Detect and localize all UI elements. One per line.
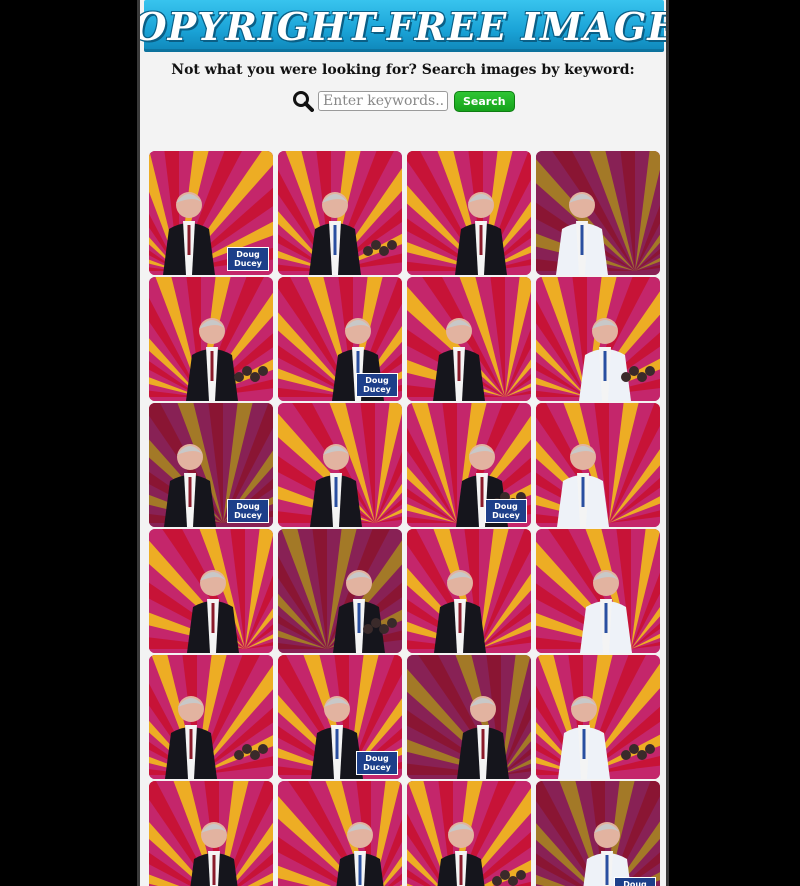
image-thumbnail[interactable] xyxy=(278,781,402,886)
image-thumbnail[interactable] xyxy=(407,781,531,886)
rally-photo xyxy=(536,529,660,653)
campaign-sign: Doug Ducey xyxy=(227,247,269,271)
rally-photo xyxy=(407,781,531,886)
rally-photo xyxy=(536,277,660,401)
image-thumbnail[interactable]: Doug Ducey xyxy=(278,655,402,779)
rally-photo xyxy=(407,529,531,653)
image-thumbnail[interactable] xyxy=(536,403,660,527)
rally-photo xyxy=(536,151,660,275)
image-thumbnail[interactable] xyxy=(536,151,660,275)
rally-photo xyxy=(278,151,402,275)
campaign-sign: Doug Ducey xyxy=(227,499,269,523)
image-thumbnail[interactable]: Doug Ducey xyxy=(536,781,660,886)
image-thumbnail[interactable] xyxy=(407,277,531,401)
search-prompt: Not what you were looking for? Search im… xyxy=(171,62,635,78)
image-grid: Doug Ducey Doug Ducey Doug Ducey Doug Ducey… xyxy=(149,151,660,886)
image-thumbnail[interactable]: Doug Ducey xyxy=(149,151,273,275)
rally-photo xyxy=(278,781,402,886)
search-button[interactable]: Search xyxy=(454,90,515,112)
image-thumbnail[interactable] xyxy=(278,403,402,527)
rally-photo xyxy=(407,655,531,779)
rally-photo xyxy=(149,781,273,886)
image-thumbnail[interactable] xyxy=(278,151,402,275)
campaign-sign: Doug Ducey xyxy=(614,877,656,886)
rally-photo xyxy=(149,529,273,653)
rally-photo xyxy=(536,403,660,527)
image-thumbnail[interactable] xyxy=(536,277,660,401)
rally-photo xyxy=(278,403,402,527)
image-thumbnail[interactable] xyxy=(407,529,531,653)
rally-photo xyxy=(278,529,402,653)
rally-photo xyxy=(407,151,531,275)
image-thumbnail[interactable]: Doug Ducey xyxy=(278,277,402,401)
search-bar: Search xyxy=(292,90,515,112)
image-thumbnail[interactable] xyxy=(536,529,660,653)
rally-photo xyxy=(536,655,660,779)
site-title: COPYRIGHT-FREE IMAGES xyxy=(137,3,666,49)
image-thumbnail[interactable] xyxy=(149,655,273,779)
campaign-sign: Doug Ducey xyxy=(485,499,527,523)
image-thumbnail[interactable] xyxy=(149,529,273,653)
image-thumbnail[interactable] xyxy=(407,151,531,275)
image-thumbnail[interactable]: Doug Ducey xyxy=(149,403,273,527)
rally-photo xyxy=(149,277,273,401)
image-thumbnail[interactable] xyxy=(536,655,660,779)
image-thumbnail[interactable] xyxy=(407,655,531,779)
image-thumbnail[interactable] xyxy=(149,277,273,401)
image-thumbnail[interactable]: Doug Ducey xyxy=(407,403,531,527)
rally-photo xyxy=(536,781,660,886)
rally-photo xyxy=(149,655,273,779)
campaign-sign: Doug Ducey xyxy=(356,373,398,397)
site-header-banner[interactable]: COPYRIGHT-FREE IMAGES xyxy=(140,0,666,52)
search-icon xyxy=(293,91,314,112)
campaign-sign: Doug Ducey xyxy=(356,751,398,775)
rally-photo xyxy=(407,277,531,401)
search-input[interactable] xyxy=(318,91,448,111)
page-container: COPYRIGHT-FREE IMAGES Not what you were … xyxy=(137,0,669,886)
image-thumbnail[interactable] xyxy=(278,529,402,653)
image-thumbnail[interactable] xyxy=(149,781,273,886)
